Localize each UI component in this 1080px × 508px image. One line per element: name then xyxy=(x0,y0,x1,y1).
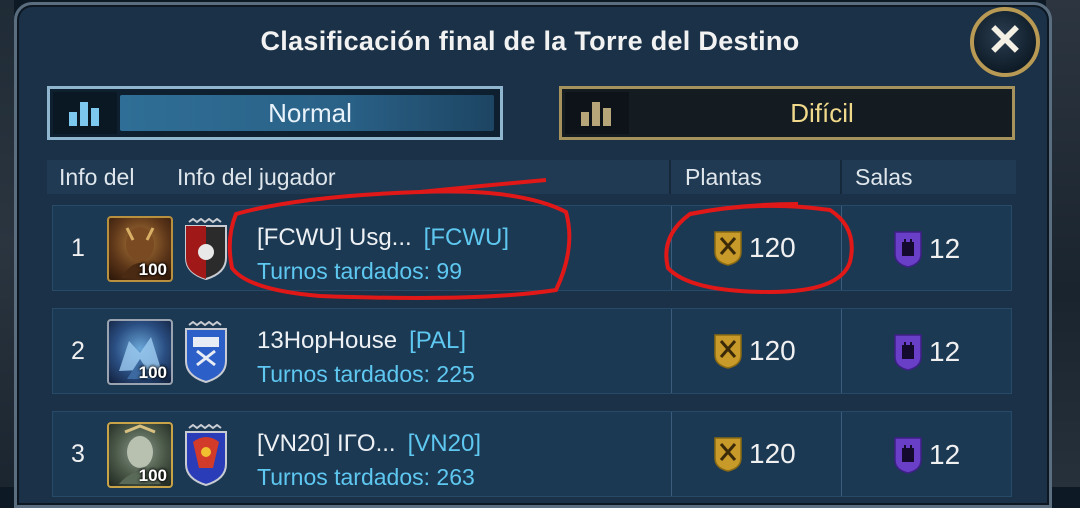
player-name-text: 13HopHouse xyxy=(257,327,398,354)
turns-taken: Turnos tardados: 225 xyxy=(257,361,475,387)
header-divider xyxy=(669,160,671,194)
rooms-value: 12 xyxy=(929,233,961,264)
clan-emblem xyxy=(183,320,229,384)
floors-cell: 120 xyxy=(713,333,796,369)
clan-tag: [FCWU] xyxy=(423,224,509,251)
clan-emblem xyxy=(183,423,229,487)
tower-shield-icon xyxy=(894,231,922,268)
swords-shield-icon xyxy=(714,231,742,266)
tab-normal-label: Normal xyxy=(268,97,352,128)
row-divider xyxy=(671,412,672,496)
champion-level: 100 xyxy=(138,363,167,382)
column-header-floors: Plantas xyxy=(685,164,762,190)
floors-value: 120 xyxy=(749,335,796,366)
floors-cell: 120 xyxy=(713,230,796,266)
row-divider xyxy=(841,309,842,393)
header-divider xyxy=(840,160,842,194)
close-button[interactable]: ✕ xyxy=(970,7,1040,77)
tab-normal[interactable]: Normal xyxy=(47,86,503,140)
swords-shield-icon xyxy=(714,437,742,472)
champion-level: 100 xyxy=(138,466,167,485)
tower-shield-icon xyxy=(894,437,922,474)
column-header-player: Info del jugador xyxy=(177,164,336,190)
rooms-cell: 12 xyxy=(893,230,960,268)
floors-value: 120 xyxy=(749,232,796,263)
column-header-rooms: Salas xyxy=(855,164,913,190)
champion-avatar[interactable]: 100 xyxy=(107,216,173,282)
rooms-cell: 12 xyxy=(893,333,960,371)
swords-shield-icon xyxy=(714,334,742,369)
turns-taken: Turnos tardados: 99 xyxy=(257,258,462,284)
clan-tag: [PAL] xyxy=(409,327,467,354)
rooms-value: 12 xyxy=(929,439,961,470)
column-header-info: Info del xyxy=(59,164,135,190)
rank-number: 2 xyxy=(71,336,85,365)
clan-tag: [VN20] xyxy=(407,430,481,457)
rooms-cell: 12 xyxy=(893,436,960,474)
bar-chart-icon xyxy=(53,92,117,134)
table-row[interactable]: 2 100 13HopHouse [PAL] Turnos tardados: 2… xyxy=(52,308,1012,394)
champion-level: 100 xyxy=(138,260,167,279)
close-icon: ✕ xyxy=(986,16,1024,65)
clan-emblem xyxy=(183,217,229,281)
background-left xyxy=(0,0,14,487)
player-name[interactable]: [FCWU] Usg... [FCWU] xyxy=(257,224,509,252)
player-name[interactable]: 13HopHouse [PAL] xyxy=(257,327,466,355)
window-title: Clasificación final de la Torre del Dest… xyxy=(260,26,800,56)
row-divider xyxy=(841,206,842,290)
row-divider xyxy=(671,206,672,290)
table-row[interactable]: 3 100 [VN20] ΙΓΟ... [VN20] Turnos tardado… xyxy=(52,411,1012,497)
floors-value: 120 xyxy=(749,438,796,469)
table-row[interactable]: 1 100 [FCWU] Usg... [FCWU] Turnos tardado… xyxy=(52,205,1012,291)
player-name[interactable]: [VN20] ΙΓΟ... [VN20] xyxy=(257,430,481,458)
champion-avatar[interactable]: 100 xyxy=(107,319,173,385)
champion-avatar[interactable]: 100 xyxy=(107,422,173,488)
row-divider xyxy=(671,309,672,393)
tab-dificil-label: Difícil xyxy=(790,97,854,128)
rooms-value: 12 xyxy=(929,336,961,367)
rank-number: 3 xyxy=(71,439,85,468)
bar-chart-icon xyxy=(565,92,629,134)
rank-number: 1 xyxy=(71,233,85,262)
tower-shield-icon xyxy=(894,334,922,371)
floors-cell: 120 xyxy=(713,436,796,472)
player-name-text: [VN20] ΙΓΟ... xyxy=(257,430,396,457)
table-header: Info del Info del jugador Plantas Salas xyxy=(47,160,1016,194)
player-name-text: [FCWU] Usg... xyxy=(257,224,412,251)
tab-dificil[interactable]: Difícil xyxy=(559,86,1015,140)
row-divider xyxy=(841,412,842,496)
